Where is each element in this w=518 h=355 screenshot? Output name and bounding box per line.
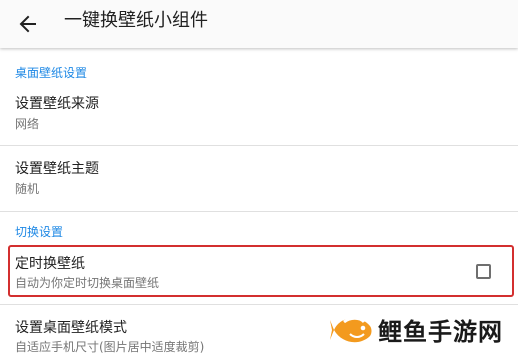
pref-wallpaper-source[interactable]: 设置壁纸来源 网络 [0, 90, 518, 144]
divider [0, 145, 518, 146]
app-bar: 一键换壁纸小组件 [0, 0, 518, 48]
pref-summary: 网络 [15, 117, 40, 131]
pref-timed-wallpaper[interactable]: 定时换壁纸 自动为你定时切换桌面壁纸 [0, 250, 518, 294]
section-header-desktop-wallpaper: 桌面壁纸设置 [15, 66, 88, 80]
back-button[interactable] [10, 6, 46, 42]
pref-summary: 随机 [15, 182, 40, 196]
divider [0, 304, 518, 305]
divider [0, 211, 518, 212]
fish-logo-icon [330, 316, 372, 343]
pref-title: 设置壁纸主题 [15, 161, 99, 177]
arrow-left-icon [19, 15, 36, 33]
pref-wallpaper-theme[interactable]: 设置壁纸主题 随机 [0, 155, 518, 209]
pref-summary: 自动为你定时切换桌面壁纸 [15, 276, 160, 290]
page-title: 一键换壁纸小组件 [64, 10, 208, 31]
section-header-switch-settings: 切换设置 [15, 225, 64, 239]
pref-title: 设置壁纸来源 [15, 96, 99, 112]
timed-wallpaper-checkbox[interactable] [476, 264, 491, 279]
pref-title: 设置桌面壁纸模式 [15, 320, 127, 336]
watermark: 鲤鱼手游网 [330, 306, 518, 354]
pref-title: 定时换壁纸 [15, 256, 85, 272]
pref-summary: 自适应手机尺寸(图片居中适度裁剪) [15, 340, 205, 354]
watermark-text: 鲤鱼手游网 [378, 318, 503, 346]
